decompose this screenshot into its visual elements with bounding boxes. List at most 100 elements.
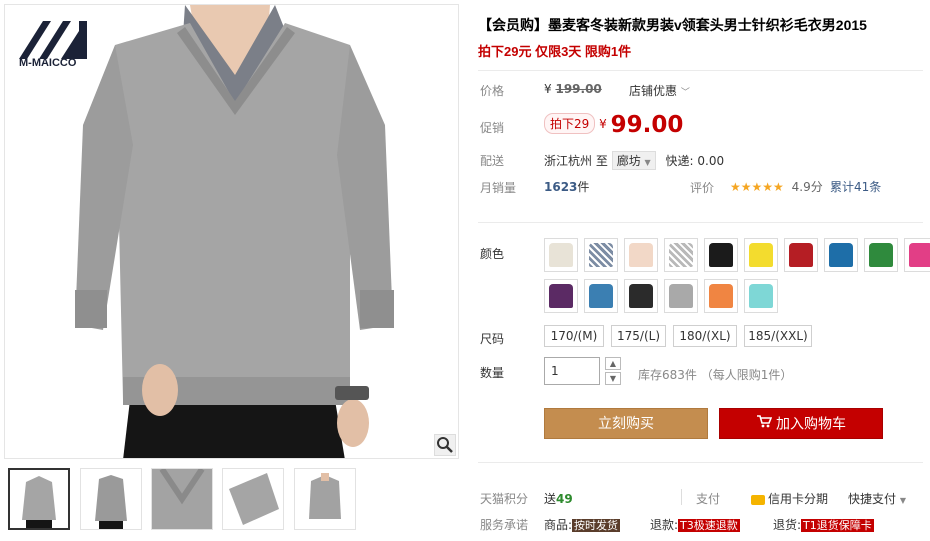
star-rating-icon: ★★★★★ bbox=[730, 180, 784, 194]
thumbnail-1[interactable] bbox=[8, 468, 70, 530]
delivery-label: 配送 bbox=[480, 154, 505, 168]
ship-from: 浙江杭州 bbox=[544, 154, 593, 168]
thumbnail-3[interactable] bbox=[151, 468, 213, 530]
color-swatch[interactable] bbox=[704, 238, 738, 272]
buy-now-button[interactable]: 立刻购买 bbox=[544, 408, 708, 439]
goods-label: 商品: bbox=[544, 518, 573, 532]
color-swatch[interactable] bbox=[624, 238, 658, 272]
swatch-sweater-icon bbox=[749, 284, 773, 308]
swatch-sweater-icon bbox=[549, 243, 573, 267]
color-swatch[interactable] bbox=[624, 279, 658, 313]
product-title: 【会员购】墨麦客冬装新款男装v领套头男士针织衫毛衣男2015 bbox=[478, 17, 867, 33]
color-swatch[interactable] bbox=[744, 238, 778, 272]
product-gallery: M-MAICCO bbox=[0, 0, 463, 541]
swatch-sweater-icon bbox=[549, 284, 573, 308]
quantity-decrease-button[interactable]: ▼ bbox=[605, 372, 621, 385]
swatch-sweater-icon bbox=[669, 284, 693, 308]
color-swatch[interactable] bbox=[664, 238, 698, 272]
points-prefix: 送 bbox=[544, 492, 557, 506]
thumbnail-image bbox=[295, 469, 355, 529]
price-label: 价格 bbox=[480, 84, 505, 98]
main-product-image[interactable]: M-MAICCO bbox=[4, 4, 459, 459]
monthly-sales: 1623件 bbox=[544, 178, 589, 195]
size-option-xl[interactable]: 180/(XL) bbox=[673, 325, 737, 347]
return-label: 退货: bbox=[773, 518, 802, 532]
product-promo-subtitle: 拍下29元 仅限3天 限购1件 bbox=[478, 44, 632, 59]
color-swatch[interactable] bbox=[544, 238, 578, 272]
credit-card-installment[interactable]: 信用卡分期 bbox=[751, 490, 828, 507]
swatch-sweater-icon bbox=[789, 243, 813, 267]
color-swatch[interactable] bbox=[824, 238, 858, 272]
size-option-l[interactable]: 175/(L) bbox=[611, 325, 666, 347]
review-count-link[interactable]: 累计41条 bbox=[830, 178, 881, 195]
brand-logo-text: M-MAICCO bbox=[19, 57, 77, 69]
credit-card-label: 信用卡分期 bbox=[768, 492, 829, 506]
original-price: ¥ 199.00 bbox=[544, 82, 602, 96]
size-option-xxl[interactable]: 185/(XXL) bbox=[744, 325, 812, 347]
service-label: 服务承诺 bbox=[480, 518, 529, 532]
promo-price: 拍下29 ¥ 99.00 bbox=[544, 112, 683, 138]
express-fee: 快递: 0.00 bbox=[665, 154, 725, 168]
stock-info: 库存683件 （每人限购1件） bbox=[638, 366, 792, 383]
rating-label: 评价 bbox=[690, 181, 715, 195]
destination-select[interactable]: 廊坊 ▼ bbox=[611, 151, 656, 170]
size-option-m[interactable]: 170/(M) bbox=[544, 325, 604, 347]
cart-icon bbox=[756, 409, 773, 440]
monthly-sales-label: 月销量 bbox=[480, 181, 517, 195]
add-to-cart-button[interactable]: 加入购物车 bbox=[719, 408, 883, 439]
color-swatch[interactable] bbox=[544, 279, 578, 313]
zoom-button[interactable] bbox=[434, 434, 456, 456]
caret-down-icon: ▼ bbox=[899, 496, 906, 505]
quick-pay-dropdown[interactable]: 快捷支付 ▼ bbox=[848, 490, 906, 507]
color-swatch[interactable] bbox=[864, 238, 898, 272]
return-guarantee-badge[interactable]: T1退货保障卡 bbox=[801, 519, 874, 532]
chevron-down-icon: ﹀ bbox=[680, 88, 690, 98]
quantity-label: 数量 bbox=[480, 366, 505, 380]
refund-label: 退款: bbox=[650, 518, 679, 532]
color-swatch[interactable] bbox=[904, 238, 930, 272]
swatch-sweater-icon bbox=[909, 243, 930, 267]
color-swatch[interactable] bbox=[784, 238, 818, 272]
stock-count: 库存683件 bbox=[638, 368, 697, 382]
quick-pay-label: 快捷支付 bbox=[848, 492, 897, 506]
thumbnail-image bbox=[223, 469, 283, 529]
destination-city: 廊坊 bbox=[616, 154, 641, 168]
purchase-limit: （每人限购1件） bbox=[700, 368, 793, 382]
promo-price-value: 99.00 bbox=[610, 112, 684, 138]
service-goods: 商品: 按时发货 bbox=[544, 516, 621, 533]
swatch-sweater-icon bbox=[709, 243, 733, 267]
fast-refund-badge[interactable]: T3极速退款 bbox=[678, 519, 740, 532]
on-time-shipping-badge[interactable]: 按时发货 bbox=[572, 519, 621, 532]
color-swatch[interactable] bbox=[584, 238, 618, 272]
color-swatch[interactable] bbox=[584, 279, 618, 313]
promo-label: 促销 bbox=[480, 121, 505, 135]
monthly-sales-count: 1623 bbox=[544, 180, 578, 194]
quantity-input[interactable]: 1 bbox=[544, 357, 600, 385]
color-swatch[interactable] bbox=[744, 279, 778, 313]
tmall-points: 送49 bbox=[544, 490, 573, 507]
divider bbox=[478, 222, 923, 223]
color-swatch[interactable] bbox=[704, 279, 738, 313]
points-value: 49 bbox=[556, 492, 573, 506]
add-to-cart-label: 加入购物车 bbox=[776, 416, 846, 433]
thumbnail-image bbox=[81, 469, 141, 529]
quantity-increase-button[interactable]: ▲ bbox=[605, 357, 621, 370]
thumbnail-2[interactable] bbox=[80, 468, 142, 530]
separator bbox=[681, 489, 682, 505]
thumbnail-4[interactable] bbox=[222, 468, 284, 530]
divider bbox=[478, 70, 923, 71]
payment-label: 支付 bbox=[696, 492, 721, 506]
caret-down-icon: ▼ bbox=[644, 158, 651, 167]
thumbnail-5[interactable] bbox=[294, 468, 356, 530]
currency-symbol: ¥ bbox=[599, 117, 607, 131]
swatch-sweater-icon bbox=[589, 284, 613, 308]
thumbnail-image bbox=[152, 469, 212, 529]
size-label: 尺码 bbox=[480, 332, 505, 346]
service-refund: 退款: T3极速退款 bbox=[650, 516, 740, 533]
original-price-value: 199.00 bbox=[555, 82, 602, 96]
promo-tag: 拍下29 bbox=[544, 113, 596, 134]
shop-discount-dropdown[interactable]: 店铺优惠 ﹀ bbox=[629, 82, 690, 99]
ship-to-word: 至 bbox=[595, 154, 608, 168]
delivery-info: 浙江杭州 至 廊坊 ▼ 快递: 0.00 bbox=[544, 151, 724, 170]
color-swatch[interactable] bbox=[664, 279, 698, 313]
